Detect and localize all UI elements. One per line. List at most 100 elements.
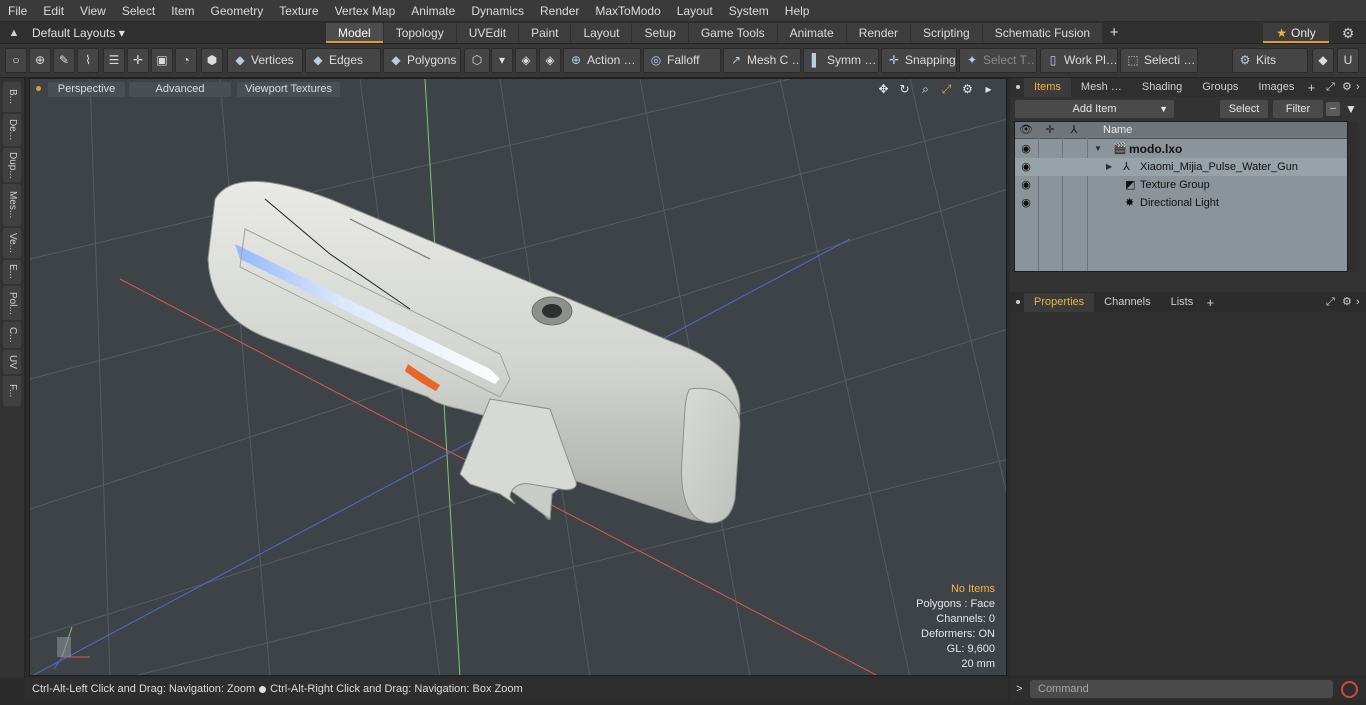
snap-shield-icon[interactable]: ◈: [539, 48, 561, 73]
rotate-view-icon[interactable]: ↻: [897, 81, 912, 97]
box-icon[interactable]: ▣: [151, 48, 173, 73]
properties-panel-menu-dot[interactable]: [1016, 300, 1020, 304]
perspective-button[interactable]: Perspective: [48, 82, 125, 97]
properties-panel-expand-icon[interactable]: ›: [1356, 294, 1360, 311]
menu-file[interactable]: File: [0, 0, 35, 22]
chevron-down-icon[interactable]: ▾: [491, 48, 513, 73]
viewport-textures-button[interactable]: Viewport Textures: [237, 82, 340, 97]
collapse-icon[interactable]: –: [1326, 102, 1340, 116]
command-history-caret-icon[interactable]: >: [1016, 681, 1022, 697]
properties-panel-maximize-icon[interactable]: ⤢: [1326, 294, 1335, 311]
menu-view[interactable]: View: [72, 0, 114, 22]
funnel-icon[interactable]: ▼: [1344, 102, 1358, 116]
gear-icon[interactable]: ⚙: [1338, 24, 1358, 42]
view-settings-gear-icon[interactable]: ⚙: [960, 81, 975, 97]
view-expand-arrow-icon[interactable]: ▸: [981, 81, 996, 97]
eye-icon[interactable]: ◉: [1019, 194, 1033, 212]
tab-mesh[interactable]: Mesh …: [1071, 78, 1132, 97]
left-tab-deform[interactable]: De...: [3, 114, 21, 146]
only-button[interactable]: ★ Only: [1263, 23, 1329, 43]
tab-lists[interactable]: Lists: [1161, 293, 1204, 312]
unreal-icon[interactable]: U: [1337, 48, 1359, 73]
left-tab-curve[interactable]: C...: [3, 322, 21, 348]
menu-geometry[interactable]: Geometry: [203, 0, 272, 22]
tab-channels[interactable]: Channels: [1094, 293, 1160, 312]
material-mode-icon[interactable]: ⬡: [464, 48, 490, 73]
selection-sets-button[interactable]: ⬚ Selecti …: [1120, 48, 1198, 73]
left-tab-uv[interactable]: UV: [3, 350, 21, 374]
item-tree[interactable]: 👁 ✛ ⅄ Name ◉ ▼ 🎬 modo.lxo ◉ ▶ ⅄ Xiaomi_M…: [1014, 121, 1357, 272]
menu-system[interactable]: System: [721, 0, 777, 22]
tab-properties[interactable]: Properties: [1024, 293, 1095, 312]
tab-animate[interactable]: Animate: [777, 23, 846, 43]
menu-help[interactable]: Help: [777, 0, 818, 22]
lock-header-icon[interactable]: ✛: [1039, 122, 1061, 139]
left-tab-edge[interactable]: E...: [3, 260, 21, 284]
polygons-button[interactable]: ◆ Polygons: [383, 48, 461, 73]
3d-viewport[interactable]: Perspective Advanced Viewport Textures ✥…: [29, 78, 1007, 676]
menu-item[interactable]: Item: [163, 0, 202, 22]
properties-panel-gear-icon[interactable]: ⚙: [1342, 294, 1352, 311]
menu-select[interactable]: Select: [114, 0, 163, 22]
left-tab-mesh-edit[interactable]: Mes...: [3, 184, 21, 226]
eye-icon[interactable]: ◉: [1019, 158, 1033, 176]
left-tab-fusion[interactable]: F...: [3, 376, 21, 406]
menu-render[interactable]: Render: [532, 0, 587, 22]
tab-model[interactable]: Model: [326, 23, 383, 43]
left-tab-duplicate[interactable]: Dup...: [3, 148, 21, 182]
mesh-constraint-button[interactable]: ↗ Mesh C …: [723, 48, 801, 73]
unity-icon[interactable]: ◆: [1312, 48, 1334, 73]
vertices-button[interactable]: ◆ Vertices: [227, 48, 303, 73]
viewport-scene[interactable]: [30, 79, 1007, 676]
tab-setup[interactable]: Setup: [632, 23, 688, 43]
tab-schematic-fusion[interactable]: Schematic Fusion: [982, 23, 1103, 43]
type-header-icon[interactable]: ⅄: [1063, 122, 1085, 139]
action-center-button[interactable]: ⊕ Action …: [563, 48, 641, 73]
items-panel-maximize-icon[interactable]: ⤢: [1326, 79, 1335, 96]
menu-animate[interactable]: Animate: [403, 0, 463, 22]
menu-texture[interactable]: Texture: [271, 0, 326, 22]
tab-groups[interactable]: Groups: [1192, 78, 1248, 97]
tab-paint[interactable]: Paint: [519, 23, 571, 43]
globe-icon[interactable]: ⊕: [29, 48, 51, 73]
items-panel-menu-dot[interactable]: [1016, 85, 1020, 89]
tab-shading[interactable]: Shading: [1132, 78, 1192, 97]
items-add-tab-icon[interactable]: +: [1304, 78, 1318, 97]
items-panel-expand-icon[interactable]: ›: [1356, 79, 1360, 96]
center-icon[interactable]: ✛: [127, 48, 149, 73]
tab-render[interactable]: Render: [846, 23, 911, 43]
menu-maxtomodo[interactable]: MaxToModo: [587, 0, 668, 22]
menu-vertex-map[interactable]: Vertex Map: [327, 0, 404, 22]
eye-icon[interactable]: ◉: [1019, 140, 1033, 158]
tab-uvedit[interactable]: UVEdit: [456, 23, 519, 43]
falloff-button[interactable]: ◎ Falloff: [643, 48, 721, 73]
pen-tool-icon[interactable]: ✎: [53, 48, 75, 73]
name-column-header[interactable]: Name: [1103, 122, 1132, 139]
item-tree-scrollbar[interactable]: [1348, 122, 1357, 272]
align-icon[interactable]: ☰: [103, 48, 125, 73]
tree-row-scene[interactable]: ◉ ▼ 🎬 modo.lxo: [1015, 140, 1347, 158]
rotate-icon[interactable]: ◔: [175, 48, 197, 73]
left-tab-basic[interactable]: B...: [3, 82, 21, 112]
left-tab-polygon[interactable]: Pol...: [3, 286, 21, 320]
add-tab-button[interactable]: +: [1103, 23, 1125, 43]
snapping-button[interactable]: ✛ Snapping: [881, 48, 957, 73]
water-gun-model[interactable]: [207, 180, 741, 524]
circle-select-icon[interactable]: ○: [5, 48, 27, 73]
tab-scripting[interactable]: Scripting: [911, 23, 982, 43]
menu-layout[interactable]: Layout: [669, 0, 721, 22]
tab-topology[interactable]: Topology: [383, 23, 456, 43]
tree-row-texture-group[interactable]: ◉ ◩ Texture Group: [1015, 176, 1347, 194]
work-plane-button[interactable]: ▯ Work Pl…: [1040, 48, 1118, 73]
tree-row-mesh[interactable]: ◉ ▶ ⅄ Xiaomi_Mijia_Pulse_Water_Gun: [1015, 158, 1347, 176]
maximize-view-icon[interactable]: ⤢: [939, 81, 954, 97]
menu-dynamics[interactable]: Dynamics: [463, 0, 532, 22]
tab-images[interactable]: Images: [1248, 78, 1304, 97]
filter-button[interactable]: Filter: [1273, 100, 1323, 118]
symmetry-shield-icon[interactable]: ◈: [515, 48, 537, 73]
tab-game-tools[interactable]: Game Tools: [688, 23, 777, 43]
command-input[interactable]: [1030, 680, 1333, 698]
tab-items[interactable]: Items: [1024, 78, 1071, 97]
expand-arrow-icon[interactable]: ▼: [1094, 140, 1102, 158]
menu-edit[interactable]: Edit: [35, 0, 72, 22]
